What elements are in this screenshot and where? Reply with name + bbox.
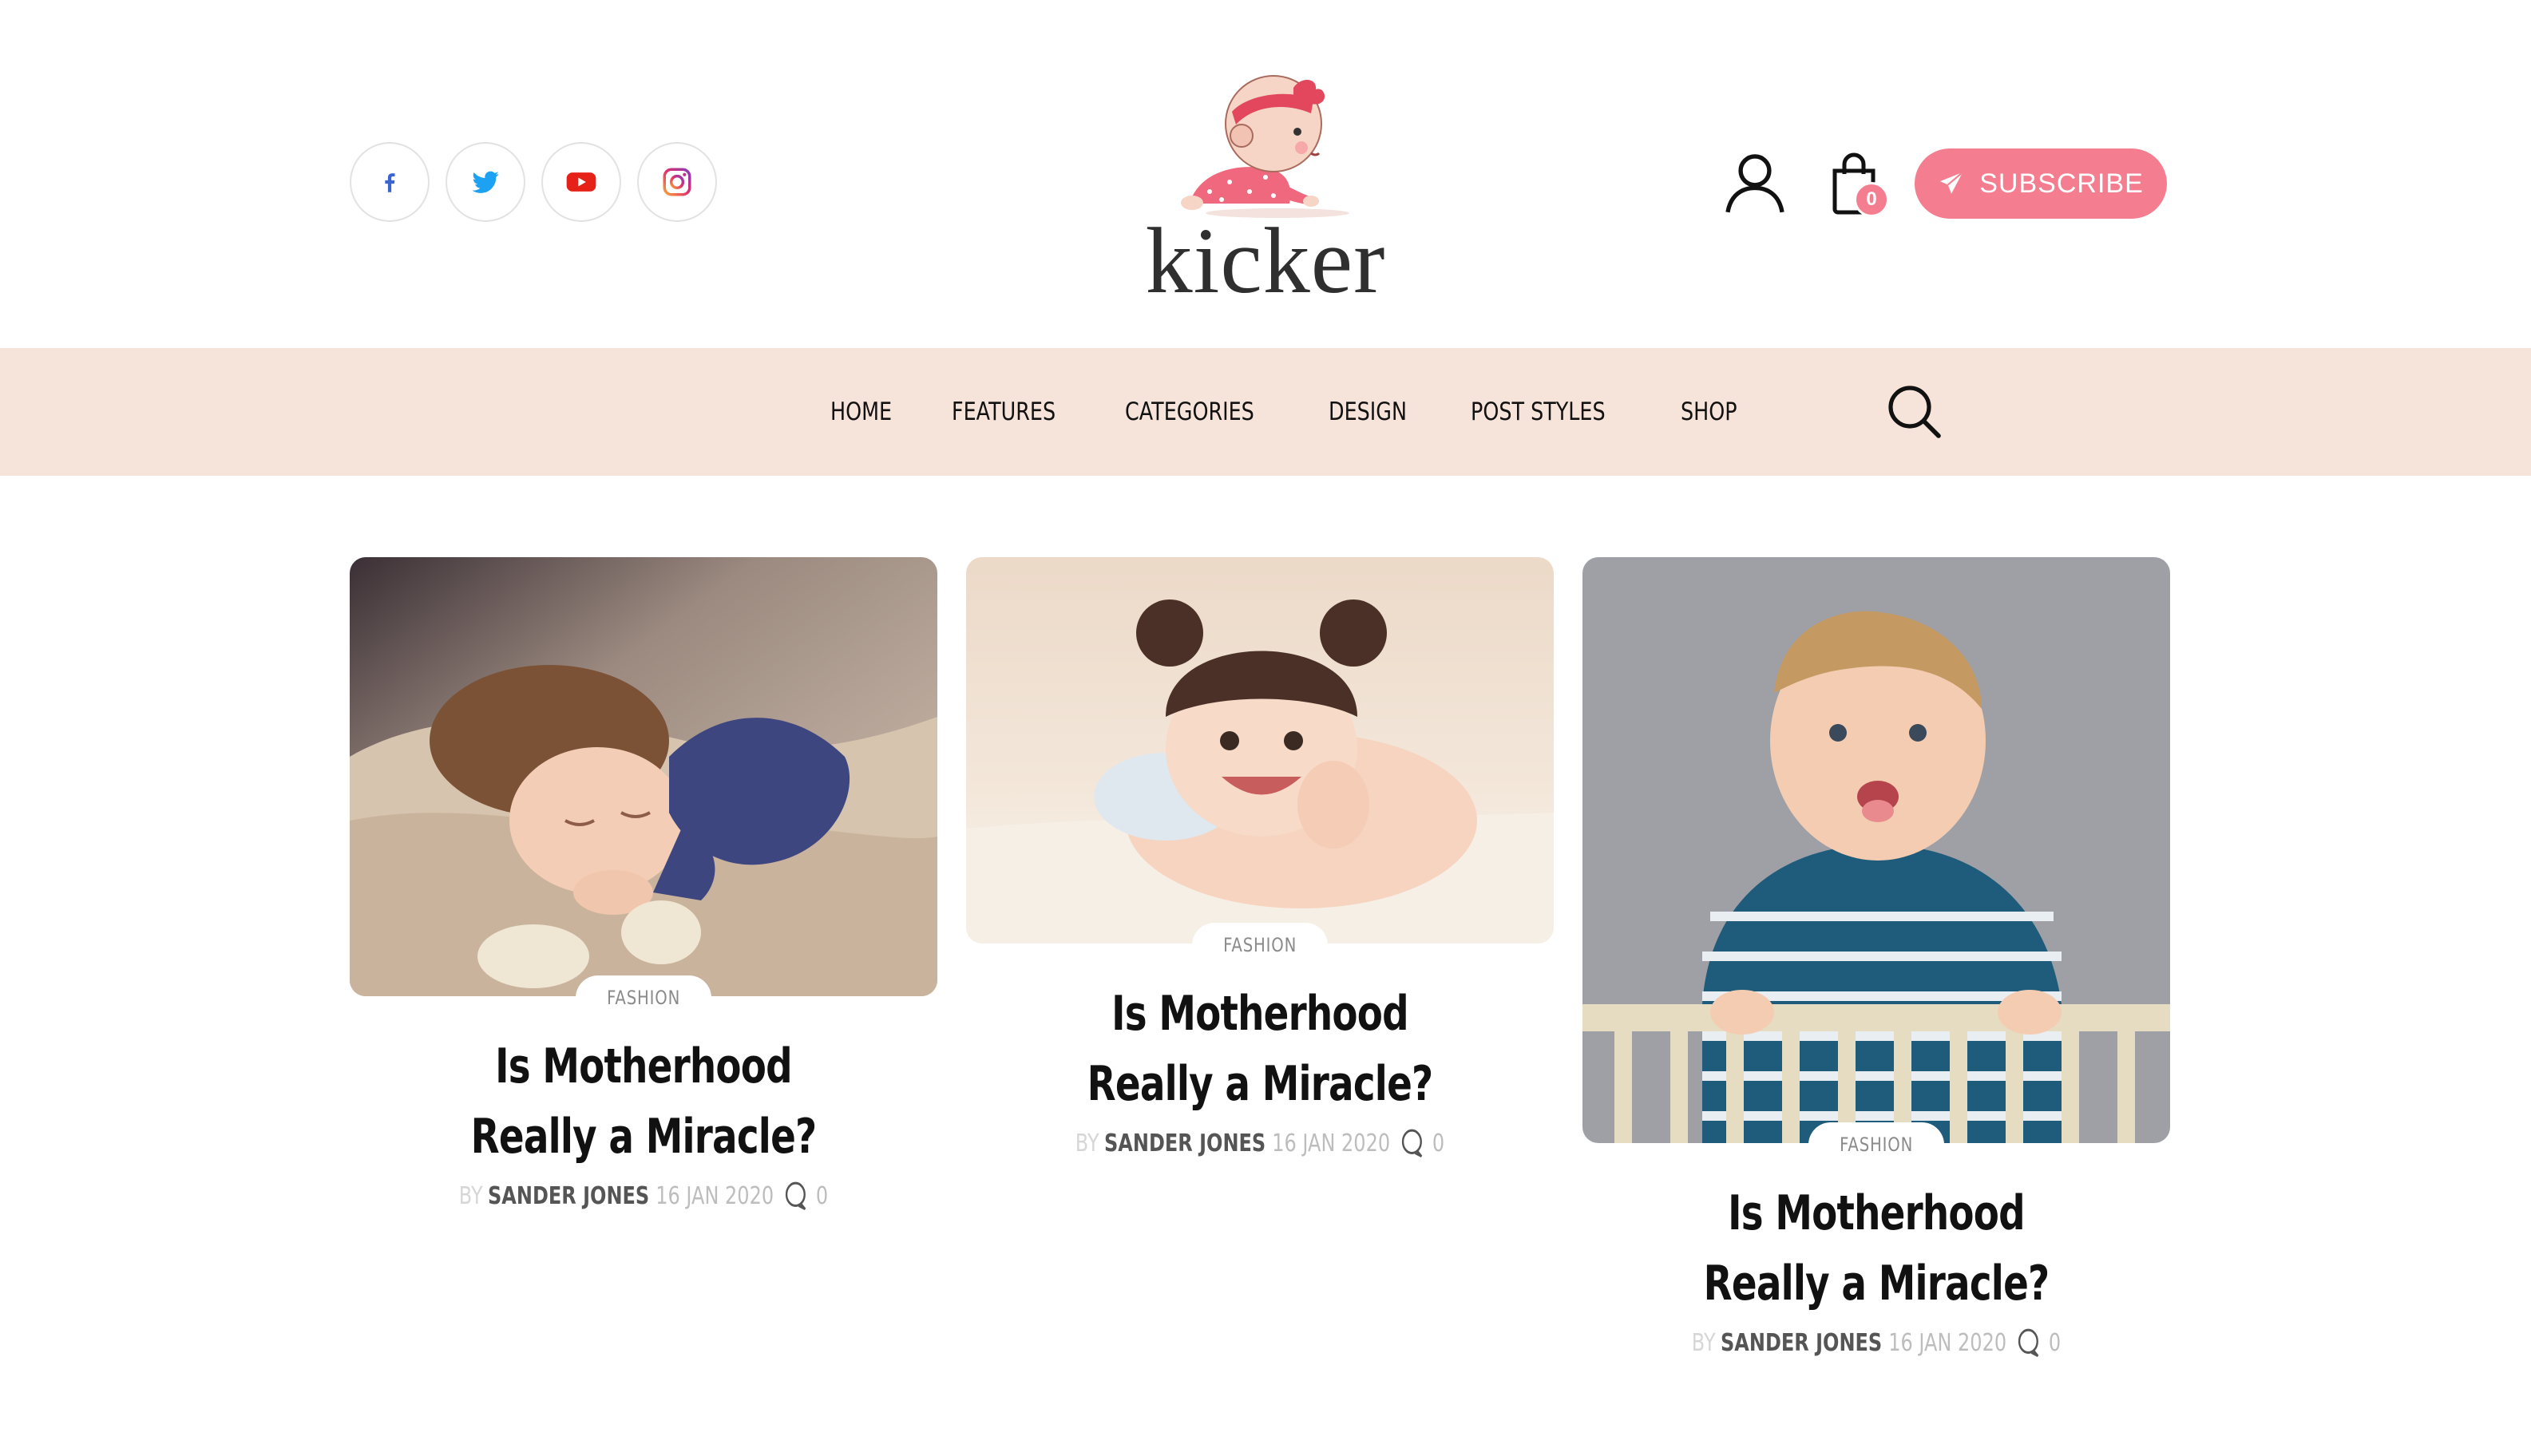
post-category-badge[interactable]: FASHION [1808, 1122, 1944, 1167]
nav-item-post-styles[interactable]: POST STYLES [1471, 398, 1606, 426]
post-date: 16 JAN 2020 [1888, 1328, 2007, 1357]
post-image[interactable] [966, 557, 1554, 944]
cart-count-badge: 0 [1854, 182, 1889, 217]
instagram-icon [663, 168, 691, 196]
post-title[interactable]: Is Motherhood Really a Miracle? [396, 1031, 891, 1172]
post-title[interactable]: Is Motherhood Really a Miracle? [1629, 1178, 2124, 1319]
nav-item-categories[interactable]: CATEGORIES [1125, 398, 1254, 426]
youtube-icon [566, 172, 596, 192]
post-by-label: BY [1691, 1328, 1716, 1357]
post-comments-link[interactable]: 0 [2015, 1327, 2061, 1359]
site-logo-text: kicker [1145, 208, 1386, 313]
post-category-badge[interactable]: FASHION [576, 975, 711, 1020]
post-date: 16 JAN 2020 [656, 1181, 774, 1210]
post-meta: BY SANDER JONES 16 JAN 2020 0 [350, 1180, 937, 1212]
nav-item-features[interactable]: FEATURES [952, 398, 1056, 426]
post-card: FASHION Is Motherhood Really a Miracle? … [1582, 557, 2170, 1359]
baby-in-bear-hat-photo [966, 557, 1554, 944]
post-author[interactable]: SANDER JONES [1104, 1130, 1266, 1157]
header-actions: 0 SUBSCRIBE [1717, 144, 2167, 224]
post-meta: BY SANDER JONES 16 JAN 2020 0 [1582, 1327, 2170, 1359]
post-author[interactable]: SANDER JONES [1721, 1329, 1882, 1357]
user-icon [1725, 154, 1784, 213]
post-by-label: BY [1075, 1129, 1099, 1157]
main-navigation: HOME FEATURES CATEGORIES DESIGN POST STY… [0, 348, 2531, 476]
post-title[interactable]: Is Motherhood Really a Miracle? [1012, 979, 1507, 1119]
search-button[interactable] [1886, 383, 1943, 441]
nav-item-shop[interactable]: SHOP [1681, 398, 1737, 426]
post-category-badge[interactable]: FASHION [1192, 923, 1328, 967]
subscribe-button[interactable]: SUBSCRIBE [1915, 148, 2167, 219]
post-by-label: BY [458, 1181, 483, 1210]
post-comments-count: 0 [1432, 1129, 1445, 1157]
nav-item-home[interactable]: HOME [830, 398, 892, 426]
post-image[interactable] [1582, 557, 2170, 1143]
social-links [350, 142, 717, 222]
comment-icon [1401, 1129, 1423, 1158]
post-date: 16 JAN 2020 [1272, 1129, 1391, 1157]
post-comments-count: 0 [815, 1181, 829, 1210]
crawling-baby-logo-icon [1181, 75, 1349, 218]
post-author[interactable]: SANDER JONES [488, 1182, 649, 1210]
subscribe-label: SUBSCRIBE [1979, 168, 2144, 199]
search-icon [1888, 386, 1941, 438]
twitter-icon [472, 171, 499, 193]
comment-icon [2018, 1328, 2039, 1358]
site-header: kicker 0 SUBSCRIBE [0, 0, 2531, 348]
cart-button[interactable]: 0 [1822, 144, 1889, 224]
post-card: FASHION Is Motherhood Really a Miracle? … [350, 557, 937, 1212]
account-button[interactable] [1717, 144, 1793, 224]
site-logo[interactable]: kicker [1102, 56, 1429, 311]
twitter-link[interactable] [446, 142, 525, 222]
post-comments-link[interactable]: 0 [1399, 1127, 1444, 1159]
instagram-link[interactable] [637, 142, 717, 222]
youtube-link[interactable] [541, 142, 621, 222]
nav-item-design[interactable]: DESIGN [1329, 398, 1407, 426]
sleeping-baby-photo [350, 557, 937, 996]
baby-in-crib-photo [1582, 557, 2170, 1143]
post-meta: BY SANDER JONES 16 JAN 2020 0 [966, 1127, 1554, 1159]
post-card: FASHION Is Motherhood Really a Miracle? … [966, 557, 1554, 1159]
facebook-icon [385, 173, 395, 192]
facebook-link[interactable] [350, 142, 430, 222]
comment-icon [785, 1181, 806, 1211]
nav-menu: HOME FEATURES CATEGORIES DESIGN POST STY… [830, 348, 1796, 476]
post-comments-link[interactable]: 0 [782, 1180, 828, 1212]
post-image[interactable] [350, 557, 937, 996]
paper-plane-icon [1940, 172, 1964, 194]
post-comments-count: 0 [2048, 1328, 2062, 1357]
